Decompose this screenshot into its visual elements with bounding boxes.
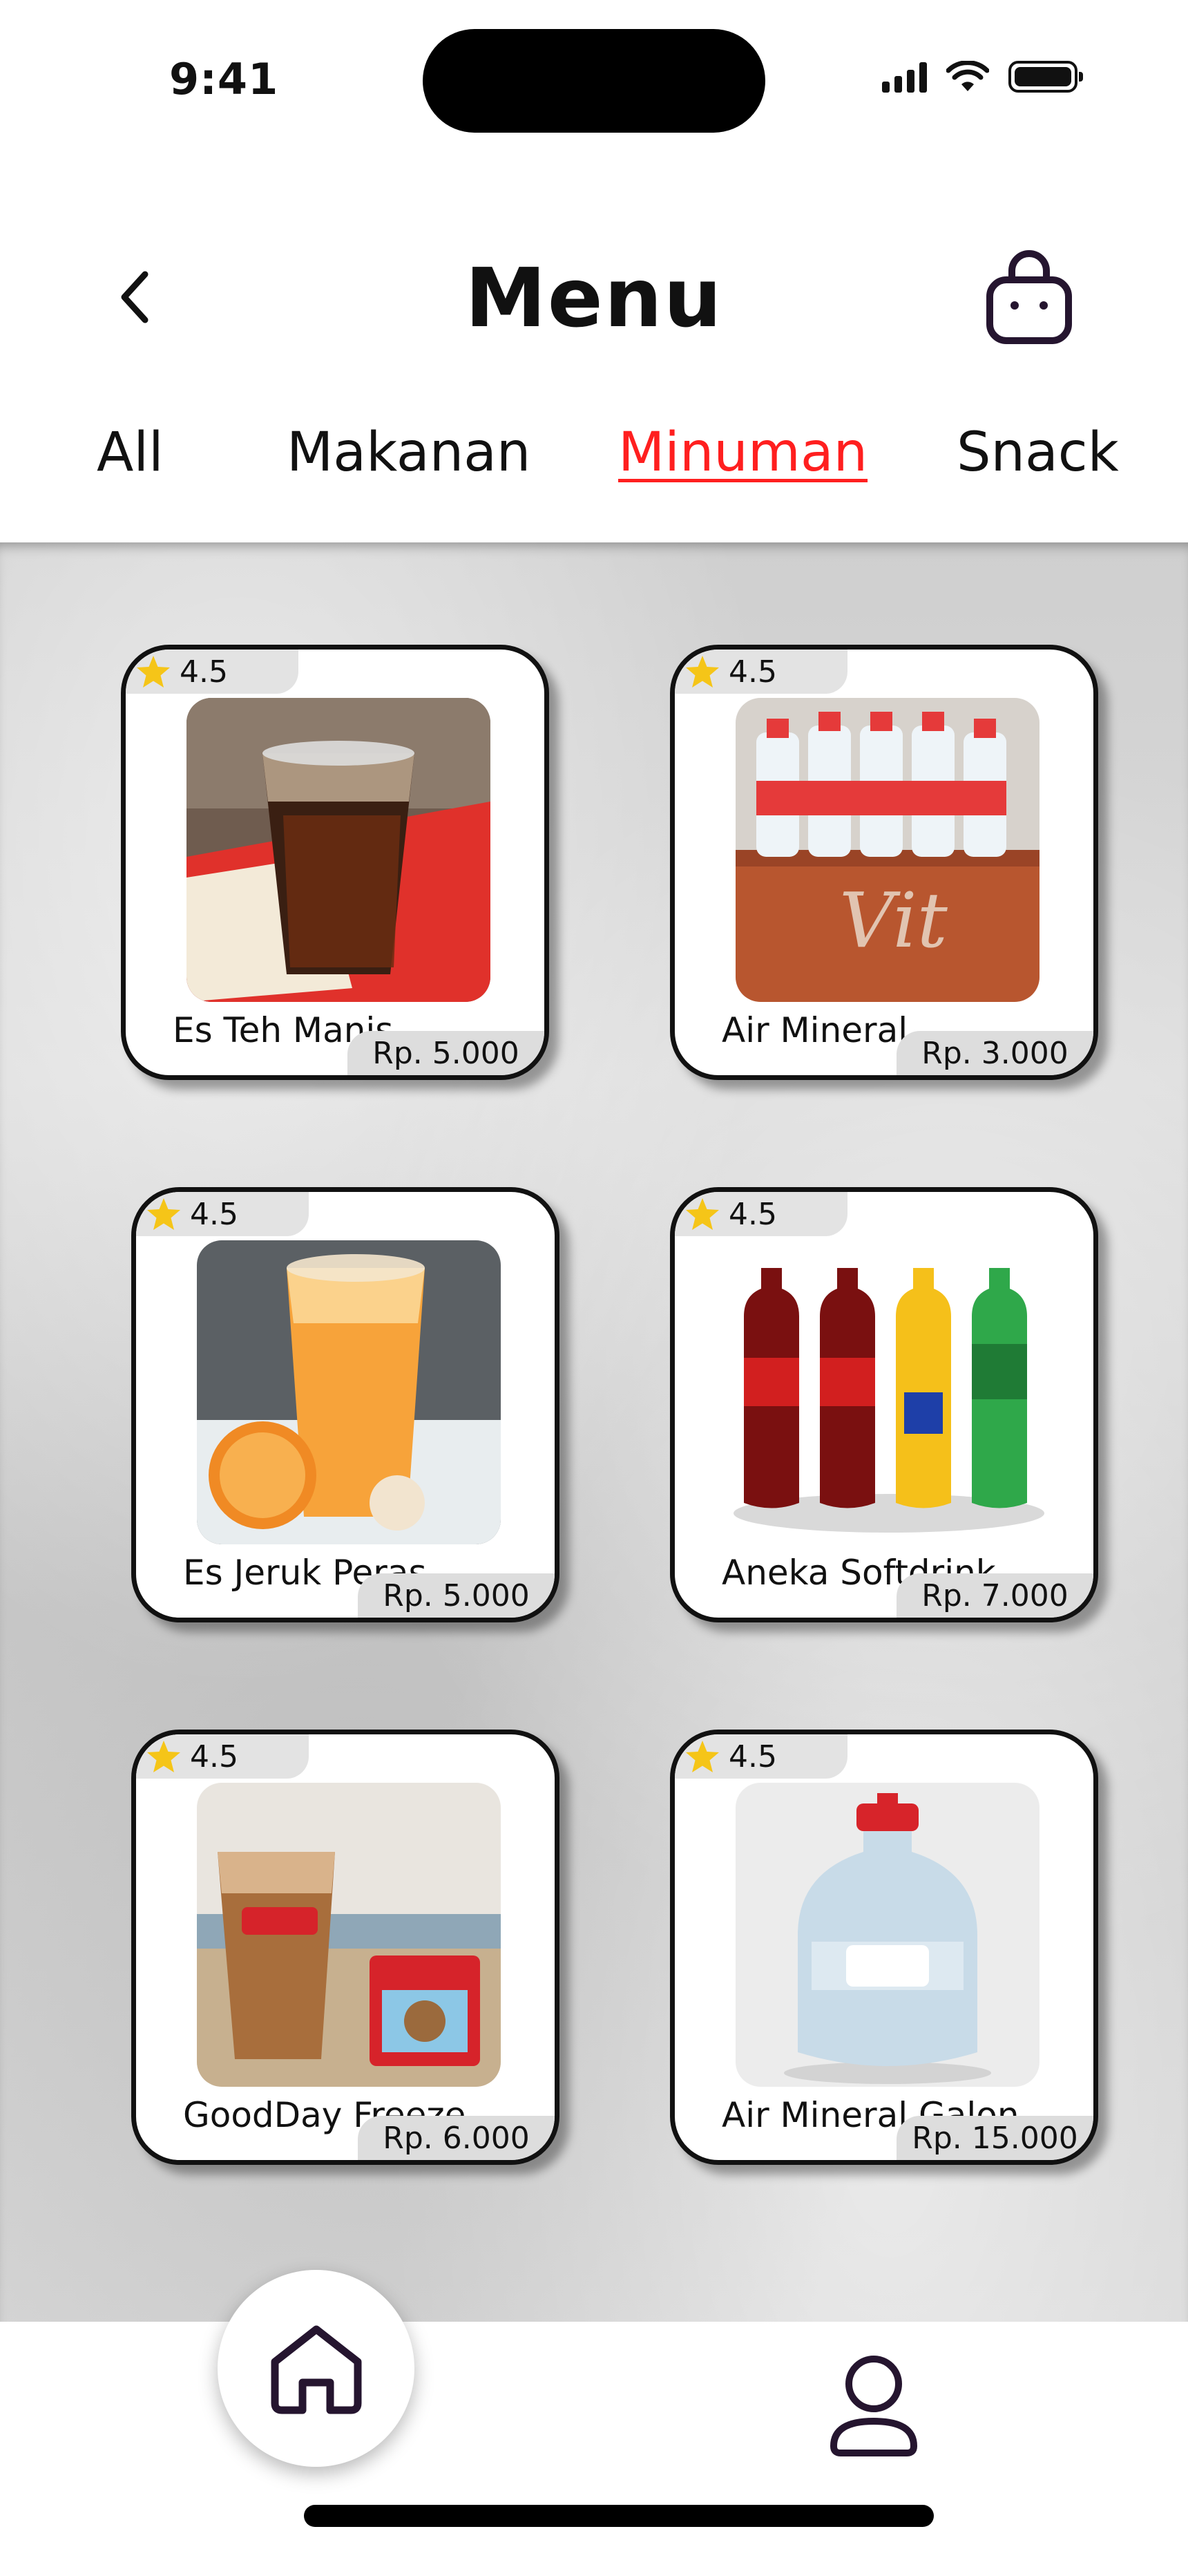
- battery-icon: [1008, 61, 1083, 93]
- product-card[interactable]: 4.5 Es Jeruk Peras Rp. 5.000: [131, 1187, 559, 1622]
- star-icon: [686, 1741, 719, 1772]
- tab-all[interactable]: All: [97, 422, 164, 484]
- rating-value: 4.5: [729, 654, 777, 690]
- product-card[interactable]: 4.5 Aneka Softdrink Rp. 7.000: [670, 1187, 1098, 1622]
- star-icon: [137, 656, 170, 688]
- product-price: Rp. 7.000: [897, 1573, 1093, 1618]
- product-price: Rp. 15.000: [897, 2116, 1093, 2160]
- rating-value: 4.5: [180, 654, 228, 690]
- product-card[interactable]: 4.5 GoodDay Freeze Rp. 6.000: [131, 1730, 559, 2165]
- home-button[interactable]: [218, 2270, 414, 2467]
- dynamic-island: [423, 29, 765, 133]
- cellular-signal-icon: [882, 61, 927, 93]
- rating-value: 4.5: [190, 1196, 238, 1232]
- rating-badge: 4.5: [675, 650, 847, 694]
- tab-snack[interactable]: Snack: [957, 422, 1119, 484]
- product-image: [736, 1783, 1040, 2087]
- product-image: Vit: [736, 698, 1040, 1002]
- tab-makanan[interactable]: Makanan: [287, 422, 530, 484]
- header: Menu: [0, 228, 1188, 366]
- rating-badge: 4.5: [675, 1734, 847, 1779]
- bottom-navigation: [0, 2270, 1188, 2576]
- star-icon: [686, 1198, 719, 1230]
- star-icon: [147, 1741, 180, 1772]
- profile-button[interactable]: [815, 2336, 932, 2474]
- status-time: 9:41: [169, 54, 279, 104]
- product-card[interactable]: 4.5 Vit Air Mineral Rp. 3.000: [670, 645, 1098, 1080]
- home-icon: [271, 2325, 361, 2414]
- shopping-bag-icon: [986, 250, 1072, 344]
- product-grid: 4.5 Es Teh Manis Rp. 5.000 4.5 Vit Air M…: [0, 542, 1188, 2325]
- rating-badge: 4.5: [675, 1192, 847, 1236]
- product-price: Rp. 5.000: [347, 1031, 544, 1075]
- product-name: Air Mineral: [722, 1010, 908, 1050]
- rating-value: 4.5: [729, 1196, 777, 1232]
- home-indicator: [304, 2505, 934, 2527]
- product-image: [186, 698, 490, 1002]
- rating-badge: 4.5: [126, 650, 298, 694]
- product-price: Rp. 6.000: [358, 2116, 555, 2160]
- cart-button[interactable]: [981, 245, 1077, 349]
- tab-minuman[interactable]: Minuman: [618, 422, 868, 484]
- user-icon: [830, 2356, 918, 2456]
- product-card[interactable]: 4.5 Es Teh Manis Rp. 5.000: [121, 645, 549, 1080]
- star-icon: [686, 656, 719, 688]
- product-image: [723, 1240, 1055, 1544]
- status-icons: [882, 61, 1083, 93]
- product-image: [197, 1783, 501, 2087]
- product-price: Rp. 5.000: [358, 1573, 555, 1618]
- svg-text:Vit: Vit: [839, 876, 948, 965]
- product-image: [197, 1240, 501, 1544]
- product-price: Rp. 3.000: [897, 1031, 1093, 1075]
- status-bar: 9:41: [0, 0, 1188, 152]
- rating-badge: 4.5: [136, 1192, 309, 1236]
- wifi-icon: [946, 61, 989, 91]
- category-tabs: All Makanan Minuman Snack: [0, 415, 1188, 504]
- rating-value: 4.5: [190, 1739, 238, 1774]
- product-card[interactable]: 4.5 Air Mineral Galon Rp. 15.000: [670, 1730, 1098, 2165]
- rating-value: 4.5: [729, 1739, 777, 1774]
- star-icon: [147, 1198, 180, 1230]
- rating-badge: 4.5: [136, 1734, 309, 1779]
